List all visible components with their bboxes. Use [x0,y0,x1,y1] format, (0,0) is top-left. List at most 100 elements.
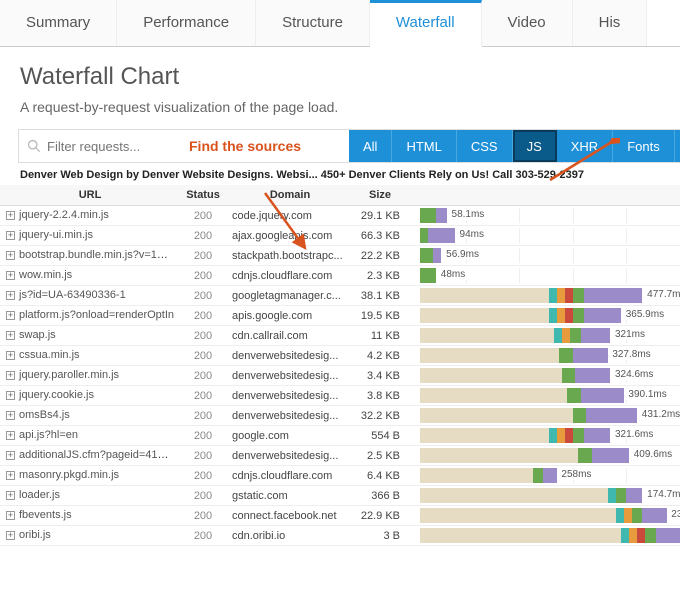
expand-icon[interactable]: + [6,491,15,500]
expand-icon[interactable]: + [6,511,15,520]
waterfall-cell: 324.6ms [412,366,680,386]
domain-cell: cdnjs.cloudflare.com [226,266,354,286]
domain-cell: google.com [226,426,354,446]
table-row[interactable]: +loader.js200gstatic.com366 B174.7ms [0,486,680,506]
expand-icon[interactable]: + [6,291,15,300]
table-row[interactable]: +wow.min.js200cdnjs.cloudflare.com2.3 KB… [0,266,680,286]
domain-cell: cdn.callrail.com [226,326,354,346]
filter-imag[interactable]: Imag [675,130,680,162]
table-row[interactable]: +js?id=UA-63490336-1200googletagmanager.… [0,286,680,306]
size-cell: 22.9 KB [354,506,412,526]
col-header-waterfall [412,185,680,206]
size-cell: 38.1 KB [354,286,412,306]
table-row[interactable]: +jquery.paroller.min.js200denverwebsited… [0,366,680,386]
col-header-status[interactable]: Status [180,185,226,206]
domain-cell: code.jquery.com [226,206,354,226]
tab-waterfall[interactable]: Waterfall [370,0,482,47]
table-row[interactable]: +jquery.cookie.js200denverwebsitedesig..… [0,386,680,406]
expand-icon[interactable]: + [6,251,15,260]
table-row[interactable]: +platform.js?onload=renderOptIn200apis.g… [0,306,680,326]
status-cell: 200 [180,246,226,266]
filter-all[interactable]: All [349,130,392,162]
expand-icon[interactable]: + [6,431,15,440]
size-cell: 366 B [354,486,412,506]
waterfall-cell: 94ms [412,226,680,246]
expand-icon[interactable]: + [6,351,15,360]
table-row[interactable]: +jquery-2.2.4.min.js200code.jquery.com29… [0,206,680,226]
expand-icon[interactable]: + [6,231,15,240]
expand-icon[interactable]: + [6,311,15,320]
waterfall-cell: 383.2 [412,526,680,546]
url-text: bootstrap.bundle.min.js?v=102343 [19,249,180,261]
expand-icon[interactable]: + [6,531,15,540]
filter-css[interactable]: CSS [457,130,513,162]
domain-cell: ajax.googleapis.com [226,226,354,246]
url-text: jquery.cookie.js [19,390,94,402]
table-row[interactable]: +omsBs4.js200denverwebsitedesig...32.2 K… [0,406,680,426]
tab-performance[interactable]: Performance [117,0,256,46]
waterfall-cell: 327.8ms [412,346,680,366]
expand-icon[interactable]: + [6,271,15,280]
timing-label: 56.9ms [444,249,481,260]
table-row[interactable]: +swap.js200cdn.callrail.com11 KB321ms [0,326,680,346]
table-row[interactable]: +masonry.pkgd.min.js200cdnjs.cloudflare.… [0,466,680,486]
size-cell: 22.2 KB [354,246,412,266]
filter-input[interactable] [47,139,167,154]
table-row[interactable]: +cssua.min.js200denverwebsitedesig...4.2… [0,346,680,366]
timing-label: 58.1ms [450,209,487,220]
status-cell: 200 [180,506,226,526]
domain-cell: googletagmanager.c... [226,286,354,306]
status-cell: 200 [180,406,226,426]
domain-cell: denverwebsitedesig... [226,346,354,366]
expand-icon[interactable]: + [6,411,15,420]
table-row[interactable]: +oribi.js200cdn.oribi.io3 B383.2 [0,526,680,546]
status-cell: 200 [180,366,226,386]
page-description: A request-by-request visualization of th… [20,99,680,115]
col-header-url[interactable]: URL [0,185,180,206]
size-cell: 3 B [354,526,412,546]
timing-label: 94ms [458,229,486,240]
filter-fonts[interactable]: Fonts [613,130,675,162]
url-text: loader.js [19,490,60,502]
expand-icon[interactable]: + [6,451,15,460]
url-text: omsBs4.js [19,410,70,422]
size-cell: 19.5 KB [354,306,412,326]
url-text: platform.js?onload=renderOptIn [19,310,174,322]
table-row[interactable]: + bootstrap.bundle.min.js?v=102343200stac… [0,246,680,266]
waterfall-cell: 174.7ms [412,486,680,506]
type-filters: AllHTMLCSSJSXHRFontsImag [349,130,680,162]
filter-xhr[interactable]: XHR [557,130,613,162]
expand-icon[interactable]: + [6,371,15,380]
col-header-size[interactable]: Size [354,185,412,206]
table-row[interactable]: +jquery-ui.min.js200ajax.googleapis.com6… [0,226,680,246]
waterfall-cell: 58.1ms [412,206,680,226]
tab-structure[interactable]: Structure [256,0,370,46]
expand-icon[interactable]: + [6,391,15,400]
tab-video[interactable]: Video [482,0,573,46]
table-row[interactable]: +additionalJS.cfm?pageid=41930...200denv… [0,446,680,466]
col-header-domain[interactable]: Domain [226,185,354,206]
expand-icon[interactable]: + [6,331,15,340]
waterfall-cell: 56.9ms [412,246,680,266]
status-cell: 200 [180,426,226,446]
timing-label: 327.8ms [610,349,652,360]
tab-summary[interactable]: Summary [0,0,117,46]
expand-icon[interactable]: + [6,211,15,220]
status-cell: 200 [180,286,226,306]
timing-label: 238.6ms [669,509,680,520]
filter-html[interactable]: HTML [392,130,456,162]
url-text: additionalJS.cfm?pageid=41930... [19,449,180,461]
expand-icon[interactable]: + [6,471,15,480]
url-text: fbevents.js [19,510,72,522]
url-text: jquery-ui.min.js [19,230,93,242]
domain-cell: cdnjs.cloudflare.com [226,466,354,486]
waterfall-cell: 477.7ms [412,286,680,306]
url-text: jquery-2.2.4.min.js [19,210,109,222]
table-row[interactable]: +api.js?hl=en200google.com554 B321.6ms [0,426,680,446]
domain-cell: stackpath.bootstrapc... [226,246,354,266]
filter-js[interactable]: JS [513,130,557,162]
status-cell: 200 [180,346,226,366]
tab-his[interactable]: His [573,0,648,46]
status-cell: 200 [180,486,226,506]
table-row[interactable]: +fbevents.js200connect.facebook.net22.9 … [0,506,680,526]
